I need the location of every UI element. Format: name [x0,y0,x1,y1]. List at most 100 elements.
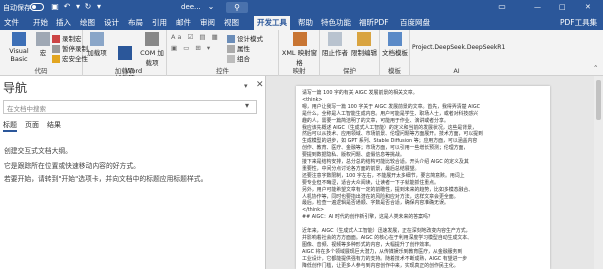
scrollbar-thumb[interactable] [596,80,601,120]
nav-close-icon[interactable]: ✕ [256,80,264,90]
document-template-button[interactable]: 文档模板 [381,32,409,57]
document-name: dee... [181,3,201,11]
record-icon [52,35,60,43]
tab-insert[interactable]: 插入 [56,17,71,28]
tab-design[interactable]: 设计 [104,17,119,28]
visual-basic-button[interactable]: Visual Basic [2,32,36,63]
tab-foxit-pdf[interactable]: 福昕PDF [359,17,389,28]
macros-button[interactable]: 宏 [36,32,50,57]
tab-layout[interactable]: 布局 [128,17,143,28]
maximize-button[interactable]: □ [559,3,566,11]
document-line: 要提到数据隐私、版权问题、虚假信息等挑战。 [302,152,405,159]
tab-references[interactable]: 引用 [152,17,167,28]
addins-icon [90,32,104,46]
document-line: 趣的人，需要一篇简洁明了的文章，可能用于作业、演讲或者分享。 [302,117,449,124]
tab-pdf-tools[interactable]: PDF工具集 [560,17,597,28]
undo-icon[interactable]: ↶ [62,2,72,12]
collapse-ribbon-icon[interactable]: ⌃ [593,64,598,72]
word-addins-icon [118,46,132,60]
addins-group: 加载项 Word 加载项 COM 加载项 加载项 [83,30,167,82]
pause-icon [52,45,60,53]
doc-menu-chevron-icon[interactable]: ⌄ [206,2,216,12]
document-line: <think> [302,96,323,103]
nav-hint-2: 它是跟踪所在位置或快速移动内容的好方式。 [4,162,140,170]
undo-dropdown-icon[interactable]: ▾ [73,2,83,12]
design-mode-button[interactable]: 设计模式 [227,33,263,43]
tab-mailings[interactable]: 邮件 [176,17,191,28]
document-line: 最后，检查一遍逻辑是否通顺、字数是否合适，确保内容准确无误。 [302,200,449,207]
nav-search-input[interactable]: 在文档中搜索 [3,100,257,114]
restrict-editing-button[interactable]: 限制编辑 [350,32,378,57]
search-button[interactable]: ⚲ [226,2,248,13]
autosave-toggle[interactable] [30,3,44,11]
visual-basic-icon [12,32,26,46]
document-line: 近年来，AIGC（生成式人工智能）迅速发展，正在深刻地改变内容生产方式， [302,228,471,234]
document-line: 并影响着社会的方方面面。AIGC 的核心在于利用深度学习模型自动生成文本、 [302,234,473,241]
design-mode-icon [227,35,235,43]
block-authors-button[interactable]: 阻止作者 [322,32,348,57]
com-addins-button[interactable]: COM 加载项 [138,32,166,67]
tab-review[interactable]: 审阅 [200,17,215,28]
tab-baidu-netdisk[interactable]: 百度网盘 [400,17,430,28]
control-icons-row-1[interactable]: Aa ☑ ▤ ▦ [171,33,220,41]
title-bar: 自动保存 ▣ ↶ ▾ ↻ ▾ dee... ⌄ ⚲ ▭ — □ ✕ [0,0,603,15]
restrict-editing-icon [357,32,371,46]
ribbon: Visual Basic 宏 录制宏 暂停录制 宏安全性 代码 加载项 Word… [0,30,603,82]
nav-options-icon[interactable]: ▾ [244,82,248,90]
save-icon[interactable]: ▣ [50,2,60,12]
tab-home[interactable]: 开始 [33,17,48,28]
document-line: 请写一篇 100 字的有关 AIGC 发展前景的相关文章。 [302,90,418,96]
xml-mapping-icon [292,32,307,46]
templates-group: 文档模板 模板 [380,30,410,76]
document-line: 人机协作等，同时也要指出潜在的风险和应对方法，这样文章会更全面。 [302,193,459,200]
mapping-group: XML 映射窗格 映射 [279,30,320,76]
group-button[interactable]: 组合 [227,53,250,63]
document-line: 重要性，中间分点讨论各方面的前景，最后总结展望。 [302,165,420,172]
search-dropdown-icon[interactable]: ▾ [245,101,249,110]
nav-hint-1: 创建交互式文档大纲。 [4,147,72,155]
redo-icon[interactable]: ↻ [83,2,93,12]
tab-view[interactable]: 视图 [224,17,239,28]
customize-quick-access-icon[interactable]: ▾ [94,2,104,12]
xml-mapping-button[interactable]: XML 映射窗格 [280,32,319,67]
close-button[interactable]: ✕ [585,3,591,11]
nav-hint-3: 若要开始，请转到"开始"选项卡，并向文档中的标题应用标题样式。 [4,175,208,183]
autosave-label: 自动保存 [3,4,31,12]
document-line: 工业设计，它都能提供强有力的支持。随着技术不断成熟，AIGC 有望进一步 [302,255,468,262]
document-line: 创作、教育、医疗、金融等；市场方面，可以引用一些增长预测；伦理方面， [302,145,469,152]
vertical-scrollbar[interactable] [594,76,603,269]
navigation-title: 导航 [3,81,28,95]
deepseek-project-button[interactable]: Project.DeepSeek.DeepSeekR1 [412,44,505,51]
tab-features[interactable]: 特色功能 [321,17,351,28]
document-line: </think> [302,207,325,214]
ribbon-tabs: 文件 开始 插入 绘图 设计 布局 引用 邮件 审阅 视图 开发工具 帮助 特色… [0,15,603,30]
document-line: 要专业但不晦涩，适合大众阅读，让读者一下子就能抓住重点。 [302,179,439,186]
nav-tab-results[interactable]: 结果 [47,120,61,130]
nav-tab-pages[interactable]: 页面 [25,120,39,130]
controls-group: Aa ☑ ▤ ▦ ▣ ▭ ⊞ ▾ 设计模式 属性 组合 控件 [167,30,279,76]
search-icon: ⚲ [234,3,240,12]
properties-icon [227,45,235,53]
properties-button[interactable]: 属性 [227,43,250,53]
document-line: 另外，用户可能希望文章有一定的前瞻性，提到未来的趋势，比如多模态融合、 [302,186,474,193]
control-icons-row-2[interactable]: ▣ ▭ ⊞ ▾ [171,44,212,52]
minimize-button[interactable]: — [534,3,541,11]
ribbon-display-icon[interactable]: ▭ [497,2,507,12]
tab-draw[interactable]: 绘图 [80,17,95,28]
record-macro-button[interactable]: 录制宏 [52,33,82,43]
document-line: 降低创作门槛，让更多人参与到内容创作中来，实现真正的创作民主化。 [302,262,459,269]
addins-button[interactable]: 加载项 [85,32,109,57]
document-template-icon [388,32,402,46]
document-line: AIGC 将在多个领域展现巨大潜力，从传媒娱乐到教育医疗，从金融服务到 [302,248,463,255]
document-line: 生成模型的进步，如 GPT 系列、Stable Diffusion 等；应用方面… [302,138,478,145]
warning-icon [52,55,60,63]
group-icon [227,55,235,63]
document-line: 然后可以从技术、应用领域、市场前景、伦理问题等方面展开。技术方面，可以提到 [302,131,483,138]
active-tab-indicator [3,130,17,132]
tab-developer[interactable]: 开发工具 [254,16,290,30]
document-page[interactable]: 请写一篇 100 字的有关 AIGC 发展前景的相关文章。 <think> 嗯，用户… [296,86,550,269]
tab-help[interactable]: 帮助 [298,17,313,28]
document-line: 图像、音频、视频等多种形式的内容，大幅提升了创作效率。 [302,241,435,248]
nav-tab-headings[interactable]: 标题 [3,120,17,130]
tab-file[interactable]: 文件 [4,17,19,28]
